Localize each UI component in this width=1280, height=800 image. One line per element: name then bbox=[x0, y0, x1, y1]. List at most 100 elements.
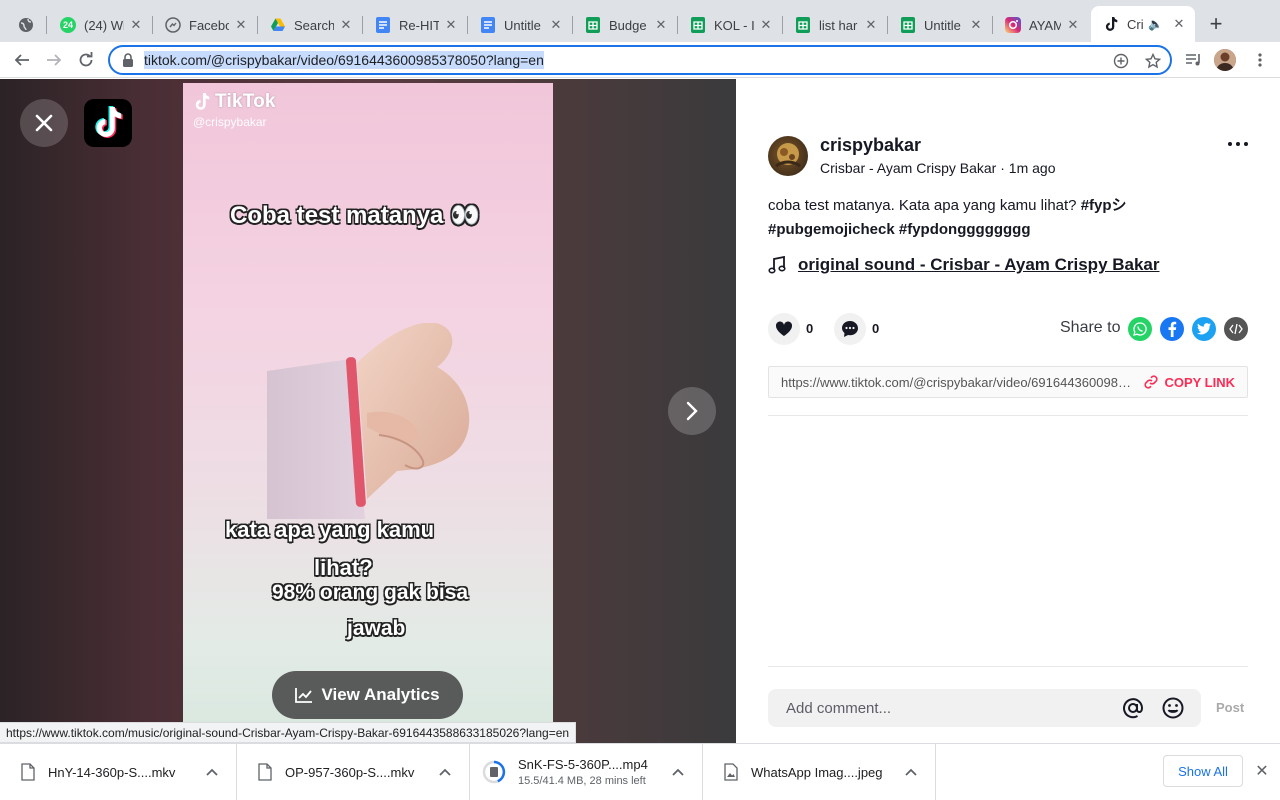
close-tab-icon[interactable]: ✕ bbox=[548, 17, 564, 33]
tab-search-drive[interactable]: Search ✕ bbox=[258, 8, 362, 42]
close-tab-icon[interactable]: ✕ bbox=[128, 17, 144, 33]
install-app-icon[interactable] bbox=[1112, 52, 1130, 70]
close-tab-icon[interactable]: ✕ bbox=[758, 17, 774, 33]
tab-instagram[interactable]: AYAM ( ✕ bbox=[993, 8, 1089, 42]
link-icon bbox=[1144, 375, 1158, 389]
next-video-button[interactable] bbox=[668, 387, 716, 435]
video-player-area[interactable]: TikTok @crispybakar Coba test matanya 👀 … bbox=[0, 79, 736, 743]
chevron-up-icon[interactable] bbox=[903, 764, 919, 780]
tiktok-home-button[interactable] bbox=[84, 99, 132, 147]
tab-kol-sheet[interactable]: KOL - I ✕ bbox=[678, 8, 782, 42]
video-text-challenge-1: 98% orang gak bisa bbox=[272, 581, 469, 604]
hashtag-link[interactable]: #pubgemojicheck bbox=[768, 221, 895, 238]
sound-link[interactable]: original sound - Crisbar - Ayam Crispy B… bbox=[768, 255, 1160, 275]
new-tab-button[interactable]: + bbox=[1204, 11, 1228, 36]
reload-button[interactable] bbox=[74, 48, 98, 72]
tab-rehit-doc[interactable]: Re-HIT ✕ bbox=[363, 8, 467, 42]
more-options-button[interactable] bbox=[1228, 137, 1248, 151]
download-item-in-progress[interactable]: SnK-FS-5-360P....mp4 15.5/41.4 MB, 28 mi… bbox=[470, 744, 703, 800]
view-analytics-button[interactable]: View Analytics bbox=[272, 671, 463, 719]
google-sheets-icon bbox=[690, 17, 706, 33]
video-url-text[interactable]: https://www.tiktok.com/@crispybakar/vide… bbox=[769, 375, 1134, 390]
like-count: 0 bbox=[806, 321, 814, 336]
profile-avatar[interactable] bbox=[1214, 49, 1236, 71]
tab-whatsapp[interactable]: 24 (24) Wi ✕ bbox=[48, 8, 152, 42]
tab-budget-sheet[interactable]: Budge ✕ bbox=[573, 8, 677, 42]
forward-button[interactable] bbox=[42, 48, 66, 72]
video-text-question-1: kata apa yang kamu bbox=[225, 517, 435, 542]
download-progress-icon bbox=[482, 760, 506, 784]
heart-icon bbox=[775, 321, 793, 336]
chevron-up-icon[interactable] bbox=[670, 764, 686, 780]
tab-tiktok-active[interactable]: Cri 🔈 ✕ bbox=[1091, 6, 1195, 42]
mention-at-icon[interactable] bbox=[1121, 696, 1145, 720]
hand-illustration bbox=[267, 323, 470, 519]
chevron-up-icon[interactable] bbox=[437, 764, 453, 780]
tab-untitled-doc[interactable]: Untitle ✕ bbox=[468, 8, 572, 42]
comment-count: 0 bbox=[872, 321, 880, 336]
close-tab-icon[interactable]: ✕ bbox=[1065, 17, 1081, 33]
tiktok-icon bbox=[1103, 16, 1119, 32]
divider bbox=[768, 415, 1248, 416]
close-tab-icon[interactable]: ✕ bbox=[968, 17, 984, 33]
download-item[interactable]: WhatsApp Imag....jpeg bbox=[703, 744, 936, 800]
video-text-title: Coba test matanya 👀 bbox=[230, 202, 480, 229]
tab-globe[interactable] bbox=[8, 8, 44, 42]
embed-code-icon bbox=[1229, 323, 1243, 335]
chevron-up-icon[interactable] bbox=[204, 764, 220, 780]
download-item[interactable]: HnY-14-360p-S....mkv bbox=[0, 744, 237, 800]
share-facebook-button[interactable] bbox=[1160, 317, 1184, 341]
comment-input[interactable]: Add comment... bbox=[768, 689, 1201, 727]
author-avatar[interactable] bbox=[768, 136, 808, 176]
close-tab-icon[interactable]: ✕ bbox=[443, 17, 459, 33]
copy-link-button[interactable]: COPY LINK bbox=[1134, 375, 1247, 390]
facebook-icon bbox=[1168, 321, 1177, 337]
google-sheets-icon bbox=[585, 17, 601, 33]
lock-icon[interactable] bbox=[122, 53, 134, 67]
more-dot-icon bbox=[1228, 142, 1232, 146]
tab-untitled-sheet[interactable]: Untitle ✕ bbox=[888, 8, 992, 42]
download-item[interactable]: OP-957-360p-S....mkv bbox=[237, 744, 470, 800]
divider bbox=[768, 666, 1248, 667]
more-dot-icon bbox=[1236, 142, 1240, 146]
video-frame[interactable]: TikTok @crispybakar Coba test matanya 👀 … bbox=[183, 83, 553, 743]
star-bookmark-icon[interactable] bbox=[1144, 52, 1162, 70]
share-whatsapp-button[interactable] bbox=[1128, 317, 1152, 341]
close-tab-icon[interactable]: ✕ bbox=[233, 17, 249, 33]
tab-facebook[interactable]: Facebo ✕ bbox=[153, 8, 257, 42]
twitter-icon bbox=[1197, 323, 1211, 335]
link-status-bar: https://www.tiktok.com/music/original-so… bbox=[0, 722, 577, 743]
url-text[interactable]: tiktok.com/@crispybakar/video/6916443600… bbox=[144, 51, 544, 69]
browser-menu-button[interactable] bbox=[1248, 48, 1272, 72]
close-tab-icon[interactable]: ✕ bbox=[1171, 16, 1187, 32]
comment-button[interactable] bbox=[834, 313, 866, 345]
address-bar[interactable]: tiktok.com/@crispybakar/video/6916443600… bbox=[108, 45, 1172, 75]
close-shelf-icon[interactable]: ✕ bbox=[1254, 763, 1270, 780]
tab-strip: 24 (24) Wi ✕ Facebo ✕ Search ✕ Re-HIT ✕ … bbox=[0, 0, 1280, 42]
tab-list-sheet[interactable]: list har ✕ bbox=[783, 8, 887, 42]
close-icon bbox=[35, 114, 53, 132]
author-username[interactable]: crispybakar bbox=[820, 135, 921, 156]
like-button[interactable] bbox=[768, 313, 800, 345]
close-tab-icon[interactable]: ✕ bbox=[863, 17, 879, 33]
instagram-icon bbox=[1005, 17, 1021, 33]
hashtag-link[interactable]: #fypdongggggggg bbox=[899, 221, 1031, 238]
back-button[interactable] bbox=[10, 48, 34, 72]
image-file-icon bbox=[723, 762, 739, 782]
whatsapp-icon: 24 bbox=[60, 17, 76, 33]
file-icon bbox=[257, 762, 273, 782]
video-text-question-2: lihat? bbox=[314, 555, 373, 580]
hashtag-link[interactable]: #fypシ bbox=[1081, 197, 1127, 214]
close-tab-icon[interactable]: ✕ bbox=[653, 17, 669, 33]
google-docs-icon bbox=[480, 17, 496, 33]
speaker-icon[interactable]: 🔈 bbox=[1148, 17, 1163, 31]
post-comment-button[interactable]: Post bbox=[1216, 700, 1244, 715]
share-embed-button[interactable] bbox=[1224, 317, 1248, 341]
share-twitter-button[interactable] bbox=[1192, 317, 1216, 341]
emoji-icon[interactable] bbox=[1161, 696, 1185, 720]
close-video-button[interactable] bbox=[20, 99, 68, 147]
copy-link-box: https://www.tiktok.com/@crispybakar/vide… bbox=[768, 366, 1248, 398]
show-all-downloads-button[interactable]: Show All bbox=[1163, 755, 1243, 787]
close-tab-icon[interactable]: ✕ bbox=[338, 17, 354, 33]
media-control-button[interactable] bbox=[1182, 48, 1206, 72]
